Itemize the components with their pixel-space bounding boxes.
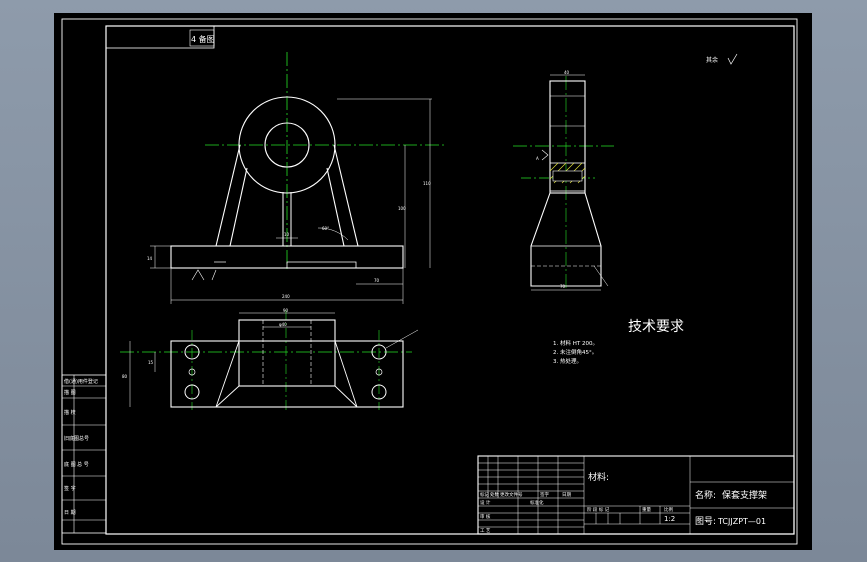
sidebar-label-2: 描 校 xyxy=(64,409,76,416)
sidebar-label-0: 借(通)用件登记 xyxy=(64,378,98,385)
cad-viewport[interactable]: 4 备图 借(通)用件登记 描 图 描 校 旧底图总号 底 图 总 号 签 字 … xyxy=(0,0,867,562)
svg-text:15: 15 xyxy=(148,360,154,365)
name-value: 保套支撑架 xyxy=(722,489,767,501)
material-label: 材料: xyxy=(588,471,609,483)
sidebar-label-5: 签 字 xyxy=(64,485,76,492)
rev-header-0: 标记 xyxy=(480,491,489,498)
svg-text:80: 80 xyxy=(122,374,128,379)
svg-text:100: 100 xyxy=(398,206,406,211)
tech-note-3: 3. 热处理。 xyxy=(553,357,582,365)
tech-requirements-title: 技术要求 xyxy=(628,319,684,335)
drawing-background xyxy=(54,13,812,550)
svg-text:70: 70 xyxy=(374,278,380,283)
row-label-0: 设 计 xyxy=(480,499,491,506)
sidebar-label-1: 描 图 xyxy=(64,389,76,396)
drawing-no-value: TCJJZPT—01 xyxy=(717,517,766,526)
svg-text:φ40: φ40 xyxy=(279,322,287,327)
stage-label-0: 阶 段 标 记 xyxy=(587,506,610,513)
rev-header-2: 更改文件号 xyxy=(500,491,523,498)
rev-header-1: 处数 xyxy=(490,491,499,498)
stamp-text: 4 备图 xyxy=(191,34,215,44)
row-label-1: 标准化 xyxy=(530,499,544,506)
row-label-3: 工 艺 xyxy=(480,528,491,534)
svg-text:110: 110 xyxy=(423,181,431,186)
sidebar-label-6: 日 期 xyxy=(64,510,76,516)
tech-note-1: 1. 材料 HT 200。 xyxy=(553,339,598,347)
stage-label-2: 比例 xyxy=(664,506,673,513)
drawing-no-label: 图号: xyxy=(695,516,716,527)
rev-header-4: 日期 xyxy=(562,492,571,498)
svg-text:40: 40 xyxy=(564,70,570,75)
tech-note-2: 2. 未注倒角45°。 xyxy=(553,348,597,356)
scale-value: 1:2 xyxy=(664,515,675,523)
name-label: 名称: xyxy=(695,489,716,501)
stage-label-1: 重量 xyxy=(642,506,651,513)
row-label-2: 审 核 xyxy=(480,513,491,520)
rev-header-3: 签字 xyxy=(540,491,549,498)
svg-text:90: 90 xyxy=(283,308,289,313)
roughness-note: 其余 xyxy=(706,56,718,64)
svg-text:10: 10 xyxy=(284,232,290,237)
svg-text:240: 240 xyxy=(282,294,290,299)
svg-text:A: A xyxy=(536,156,539,161)
svg-text:14: 14 xyxy=(147,256,153,261)
sidebar-label-3: 旧底图总号 xyxy=(64,435,89,442)
svg-text:60°: 60° xyxy=(322,226,329,231)
drawing-sheet: 4 备图 借(通)用件登记 描 图 描 校 旧底图总号 底 图 总 号 签 字 … xyxy=(54,13,812,550)
svg-text:70: 70 xyxy=(560,284,566,289)
sidebar-label-4: 底 图 总 号 xyxy=(64,461,89,468)
